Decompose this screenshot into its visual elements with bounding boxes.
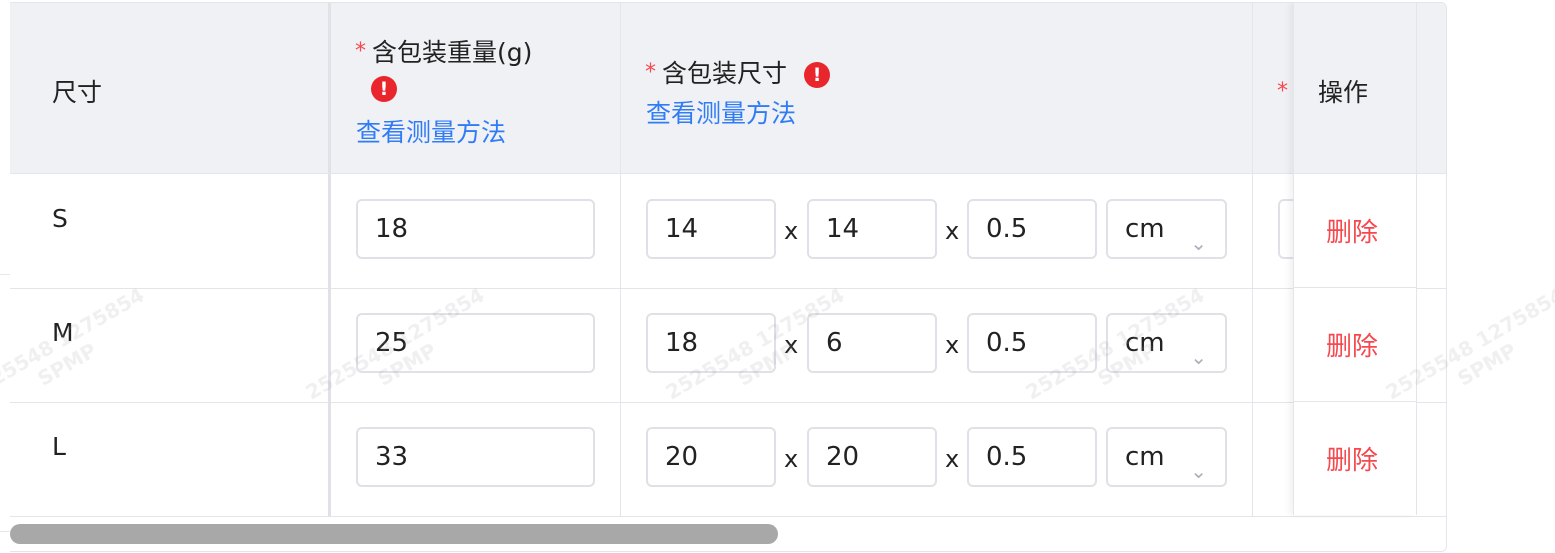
table-row: L 33 20 x 20 x 0.5 cm ⌄	[10, 402, 1446, 517]
header-weight: * 含包装重量(g) ! 查看测量方法	[331, 3, 621, 173]
column-divider	[1252, 174, 1253, 517]
alert-circle-icon[interactable]: !	[804, 62, 831, 88]
delete-button[interactable]: 删除	[1326, 212, 1378, 249]
height-input[interactable]: 0.5	[967, 427, 1097, 487]
required-mark: *	[1277, 79, 1288, 104]
width-input[interactable]: 6	[807, 313, 937, 373]
sku-table: 尺寸 * 含包装重量(g) ! 查看测量方法 * 含包装尺寸 ! 查看测量方法 * …	[10, 2, 1447, 552]
chevron-down-icon: ⌄	[1190, 345, 1207, 369]
header-dims-title: * 含包装尺寸 !	[645, 54, 831, 90]
size-value: L	[52, 432, 66, 461]
measure-method-link[interactable]: 查看测量方法	[646, 94, 796, 130]
delete-button[interactable]: 删除	[1326, 326, 1378, 363]
weight-input[interactable]: 18	[356, 199, 595, 259]
unit-select-value: cm	[1125, 442, 1165, 472]
table-row: S 18 14 x 14 x 0.5 cm ⌄	[10, 174, 1446, 289]
dimension-separator: x	[945, 445, 960, 473]
unit-select[interactable]: cm ⌄	[1106, 199, 1227, 259]
length-input[interactable]: 14	[646, 199, 776, 259]
alert-circle-icon[interactable]: !	[371, 76, 397, 102]
actions-header-label: 操作	[1318, 78, 1369, 107]
row-divider	[1294, 401, 1416, 402]
unit-select-value: cm	[1125, 328, 1165, 358]
dimension-separator: x	[945, 217, 960, 245]
delete-button[interactable]: 删除	[1326, 440, 1378, 477]
size-value: M	[52, 318, 74, 347]
unit-select[interactable]: cm ⌄	[1106, 427, 1227, 487]
required-mark: *	[645, 60, 656, 85]
weight-input[interactable]: 33	[356, 427, 595, 487]
weight-input[interactable]: 25	[356, 313, 595, 373]
header-weight-title: * 含包装重量(g)	[355, 33, 532, 69]
size-value: S	[52, 204, 68, 233]
dimension-separator: x	[784, 445, 799, 473]
length-input[interactable]: 18	[646, 313, 776, 373]
chevron-down-icon: ⌄	[1190, 231, 1207, 255]
alert-icon-wrap: !	[371, 76, 397, 102]
table-header: 尺寸 * 含包装重量(g) ! 查看测量方法 * 含包装尺寸 ! 查看测量方法 *	[10, 3, 1446, 174]
header-size-label: 尺寸	[52, 78, 103, 107]
width-input[interactable]: 14	[807, 199, 937, 259]
header-dims: * 含包装尺寸 ! 查看测量方法	[621, 3, 1252, 173]
measure-method-link[interactable]: 查看测量方法	[356, 113, 506, 149]
header-weight-label: 含包装重量(g)	[372, 38, 533, 67]
column-divider	[620, 174, 621, 517]
column-divider	[328, 174, 331, 517]
header-size: 尺寸	[10, 3, 330, 173]
dimension-separator: x	[784, 217, 799, 245]
width-input[interactable]: 20	[807, 427, 937, 487]
height-input[interactable]: 0.5	[967, 313, 1097, 373]
horizontal-scrollbar[interactable]	[10, 518, 1446, 551]
table-row: M 25 18 x 6 x 0.5 cm ⌄	[10, 288, 1446, 403]
chevron-down-icon: ⌄	[1190, 459, 1207, 483]
header-clipped-column: *	[1253, 3, 1293, 173]
required-mark: *	[355, 39, 366, 64]
header-dims-label: 含包装尺寸	[662, 59, 788, 88]
scrollbar-thumb[interactable]	[10, 524, 778, 544]
dimension-separator: x	[945, 331, 960, 359]
actions-column: 操作 删除 删除 删除	[1293, 3, 1417, 515]
unit-select[interactable]: cm ⌄	[1106, 313, 1227, 373]
length-input[interactable]: 20	[646, 427, 776, 487]
actions-header: 操作	[1294, 3, 1416, 174]
height-input[interactable]: 0.5	[967, 199, 1097, 259]
row-divider	[1294, 287, 1416, 288]
dimension-separator: x	[784, 331, 799, 359]
unit-select-value: cm	[1125, 214, 1165, 244]
